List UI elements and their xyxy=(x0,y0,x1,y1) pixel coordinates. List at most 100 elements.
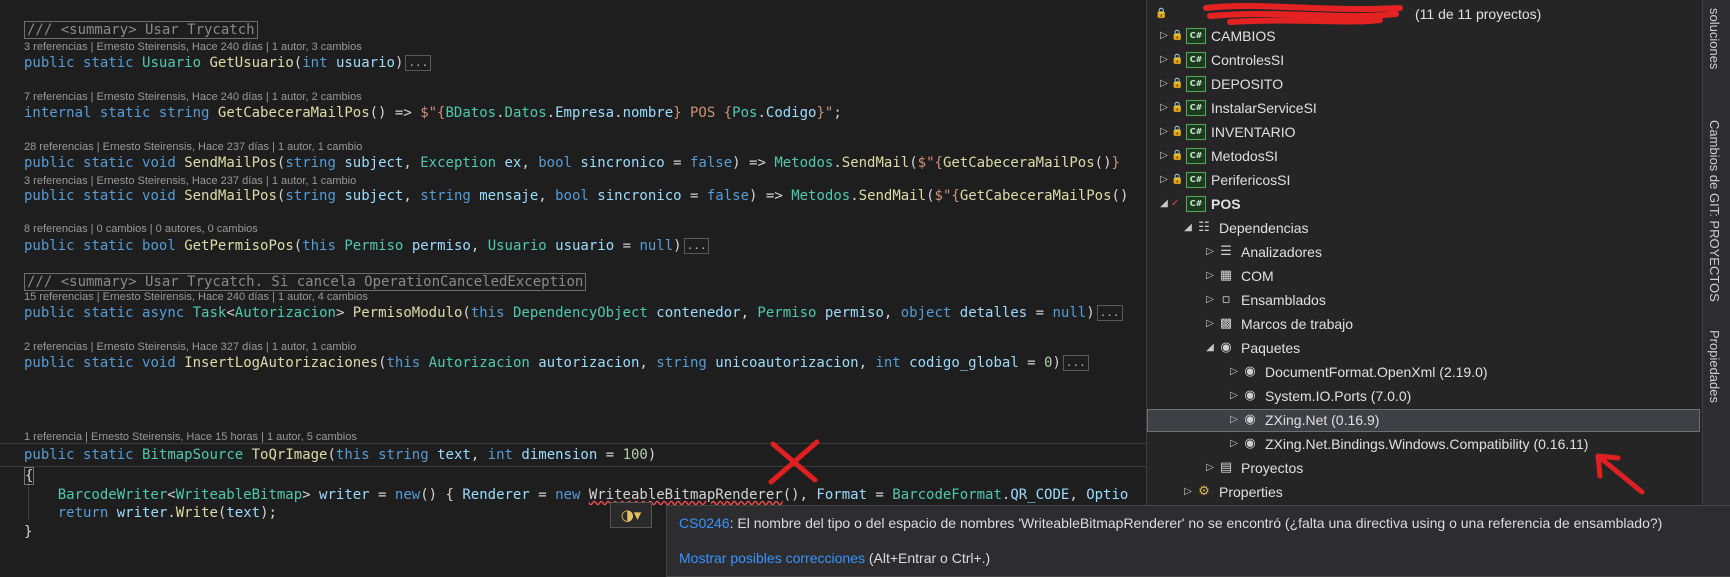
tab-solution-explorer[interactable]: soluciones xyxy=(1707,8,1722,69)
tree-item-instalarservicesi[interactable]: ▷ 🔒 C# InstalarServiceSI xyxy=(1157,96,1317,120)
tree-item-perifericossi[interactable]: ▷ 🔒 C# PerifericosSI xyxy=(1157,168,1290,192)
tree-item-pos[interactable]: ◢ ✓ C# POS xyxy=(1157,192,1241,216)
tree-item-inventario[interactable]: ▷ 🔒 C# INVENTARIO xyxy=(1157,120,1296,144)
code-line[interactable]: public static void SendMailPos(string su… xyxy=(24,186,1128,206)
assembly-icon: ▫ xyxy=(1221,292,1231,307)
lock-icon: 🔒 xyxy=(1155,8,1168,19)
tree-item-analizadores[interactable]: ▷ ☰ Analizadores xyxy=(1203,240,1322,264)
tree-item-deposito[interactable]: ▷ 🔒 C# DEPOSITO xyxy=(1157,72,1283,96)
codelens[interactable]: 8 referencias | 0 cambios | 0 autores, 0… xyxy=(24,222,258,236)
tree-item-package[interactable]: ▷ ◉ DocumentFormat.OpenXml (2.19.0) xyxy=(1227,360,1487,384)
side-tool-tabs: soluciones Cambios de GIT: PROYECTOS Pro… xyxy=(1702,0,1730,505)
tree-item-controlessi[interactable]: ▷ 🔒 C# ControlesSI xyxy=(1157,48,1284,72)
csharp-project-icon: C# xyxy=(1186,52,1206,68)
lock-icon: 🔒 xyxy=(1171,78,1184,89)
tree-item-proyectos[interactable]: ▷ ▤ Proyectos xyxy=(1203,456,1303,480)
summary-comment: /// <summary> Usar Trycatch. Si cancela … xyxy=(24,272,587,292)
properties-icon: ⚙ xyxy=(1198,484,1210,499)
expand-arrow-icon[interactable]: ▷ xyxy=(1203,264,1217,288)
expand-arrow-icon[interactable]: ▷ xyxy=(1203,312,1217,336)
codelens[interactable]: 3 referencias | Ernesto Steirensis, Hace… xyxy=(24,40,362,54)
code-line[interactable]: internal static string GetCabeceraMailPo… xyxy=(24,103,842,123)
analyzer-icon: ☰ xyxy=(1220,244,1232,259)
code-line[interactable]: BarcodeWriter<WriteableBitmap> writer = … xyxy=(24,485,1129,505)
nuget-icon: ◉ xyxy=(1220,340,1232,355)
csharp-project-icon: C# xyxy=(1186,76,1206,92)
code-line[interactable]: public static void InsertLogAutorizacion… xyxy=(24,353,1089,373)
expand-arrow-icon[interactable]: ▷ xyxy=(1157,144,1171,168)
code-line[interactable]: public static BitmapSource ToQrImage(thi… xyxy=(24,445,656,465)
csharp-project-icon: C# xyxy=(1186,172,1206,188)
expand-arrow-icon[interactable]: ▷ xyxy=(1181,480,1195,504)
collapse-arrow-icon[interactable]: ◢ xyxy=(1203,336,1217,360)
tree-item-dependencias[interactable]: ◢ ☷ Dependencias xyxy=(1181,216,1308,240)
expand-arrow-icon[interactable]: ▷ xyxy=(1157,48,1171,72)
tree-item-marcos-de-trabajo[interactable]: ▷ ▩ Marcos de trabajo xyxy=(1203,312,1353,336)
expand-arrow-icon[interactable]: ▷ xyxy=(1227,360,1241,384)
collapse-arrow-icon[interactable]: ◢ xyxy=(1181,216,1195,240)
nuget-package-icon: ◉ xyxy=(1244,364,1256,379)
com-icon: ▦ xyxy=(1219,268,1233,283)
expand-arrow-icon[interactable]: ▷ xyxy=(1157,120,1171,144)
csharp-project-icon: C# xyxy=(1186,148,1206,164)
tree-item-package[interactable]: ▷ ◉ ZXing.Net.Bindings.Windows.Compatibili… xyxy=(1227,432,1588,456)
code-line[interactable]: public static Usuario GetUsuario(int usu… xyxy=(24,53,432,73)
expand-arrow-icon[interactable]: ▷ xyxy=(1227,432,1241,456)
expand-arrow-icon[interactable]: ▷ xyxy=(1157,24,1171,48)
expand-arrow-icon[interactable]: ▷ xyxy=(1203,240,1217,264)
expand-arrow-icon[interactable]: ▷ xyxy=(1157,168,1171,192)
codelens[interactable]: 1 referencia | Ernesto Steirensis, Hace … xyxy=(24,430,357,444)
csharp-project-icon: C# xyxy=(1186,100,1206,116)
error-message: : El nombre del tipo o del espacio de no… xyxy=(729,515,1663,531)
tree-item-com[interactable]: ▷ ▦ COM xyxy=(1203,264,1274,288)
collapsed-block[interactable]: ... xyxy=(683,238,710,254)
code-line[interactable]: } xyxy=(24,522,32,542)
expand-arrow-icon[interactable]: ▷ xyxy=(1157,72,1171,96)
csharp-project-icon: C# xyxy=(1186,28,1206,44)
tree-item-package[interactable]: ▷ ◉ System.IO.Ports (7.0.0) xyxy=(1227,384,1411,408)
code-line[interactable]: public static bool GetPermisoPos(this Pe… xyxy=(24,236,710,256)
tree-item-metodossi[interactable]: ▷ 🔒 C# MetodosSI xyxy=(1157,144,1278,168)
codelens[interactable]: 7 referencias | Ernesto Steirensis, Hace… xyxy=(24,90,362,104)
collapsed-block[interactable]: ... xyxy=(1062,355,1089,371)
csharp-project-icon: C# xyxy=(1186,124,1206,140)
collapsed-block[interactable]: ... xyxy=(405,55,432,71)
tree-item-package-selected[interactable]: ▷ ◉ ZXing.Net (0.16.9) xyxy=(1227,408,1379,432)
lock-icon: 🔒 xyxy=(1171,126,1184,137)
red-x-annotation xyxy=(768,439,820,485)
expand-arrow-icon[interactable]: ▷ xyxy=(1203,288,1217,312)
expand-arrow-icon[interactable]: ▷ xyxy=(1157,96,1171,120)
expand-arrow-icon[interactable]: ▷ xyxy=(1227,408,1241,432)
nuget-package-icon: ◉ xyxy=(1244,412,1256,427)
lock-icon: 🔒 xyxy=(1171,174,1184,185)
tree-item-properties[interactable]: ▷ ⚙ Properties xyxy=(1181,480,1283,504)
quick-actions-lightbulb-icon[interactable]: ◑▾ xyxy=(610,502,652,528)
tab-properties[interactable]: Propiedades xyxy=(1707,330,1722,403)
nuget-package-icon: ◉ xyxy=(1244,388,1256,403)
error-tooltip: CS0246: El nombre del tipo o del espacio… xyxy=(666,505,1730,577)
code-line[interactable]: public static async Task<Autorizacion> P… xyxy=(24,303,1123,323)
redaction-scribble xyxy=(1203,3,1403,25)
codelens[interactable]: 2 referencias | Ernesto Steirensis, Hace… xyxy=(24,340,356,354)
framework-icon: ▩ xyxy=(1219,316,1233,331)
collapse-arrow-icon[interactable]: ◢ xyxy=(1157,192,1171,216)
error-code-link[interactable]: CS0246 xyxy=(679,515,730,531)
expand-arrow-icon[interactable]: ▷ xyxy=(1203,456,1217,480)
tab-git-changes[interactable]: Cambios de GIT: PROYECTOS xyxy=(1707,120,1722,302)
show-fixes-link[interactable]: Mostrar posibles correcciones xyxy=(679,550,865,566)
code-line[interactable]: { xyxy=(24,466,35,486)
code-editor[interactable]: /// <summary> Usar Trycatch 3 referencia… xyxy=(0,0,1146,575)
code-line[interactable]: return writer.Write(text); xyxy=(24,503,277,523)
lock-icon: 🔒 xyxy=(1171,54,1184,65)
codelens[interactable]: 28 referencias | Ernesto Steirensis, Hac… xyxy=(24,140,362,154)
tree-item-ensamblados[interactable]: ▷ ▫ Ensamblados xyxy=(1203,288,1326,312)
expand-arrow-icon[interactable]: ▷ xyxy=(1227,384,1241,408)
lock-icon: 🔒 xyxy=(1171,102,1184,113)
codelens[interactable]: 15 referencias | Ernesto Steirensis, Hac… xyxy=(24,290,368,304)
summary-comment: /// <summary> Usar Trycatch xyxy=(24,20,258,40)
red-arrow-annotation xyxy=(1595,453,1645,495)
checkmark-icon: ✓ xyxy=(1171,198,1180,209)
collapsed-block[interactable]: ... xyxy=(1096,305,1123,321)
tree-item-paquetes[interactable]: ◢ ◉ Paquetes xyxy=(1203,336,1300,360)
code-line[interactable]: public static void SendMailPos(string su… xyxy=(24,153,1120,173)
